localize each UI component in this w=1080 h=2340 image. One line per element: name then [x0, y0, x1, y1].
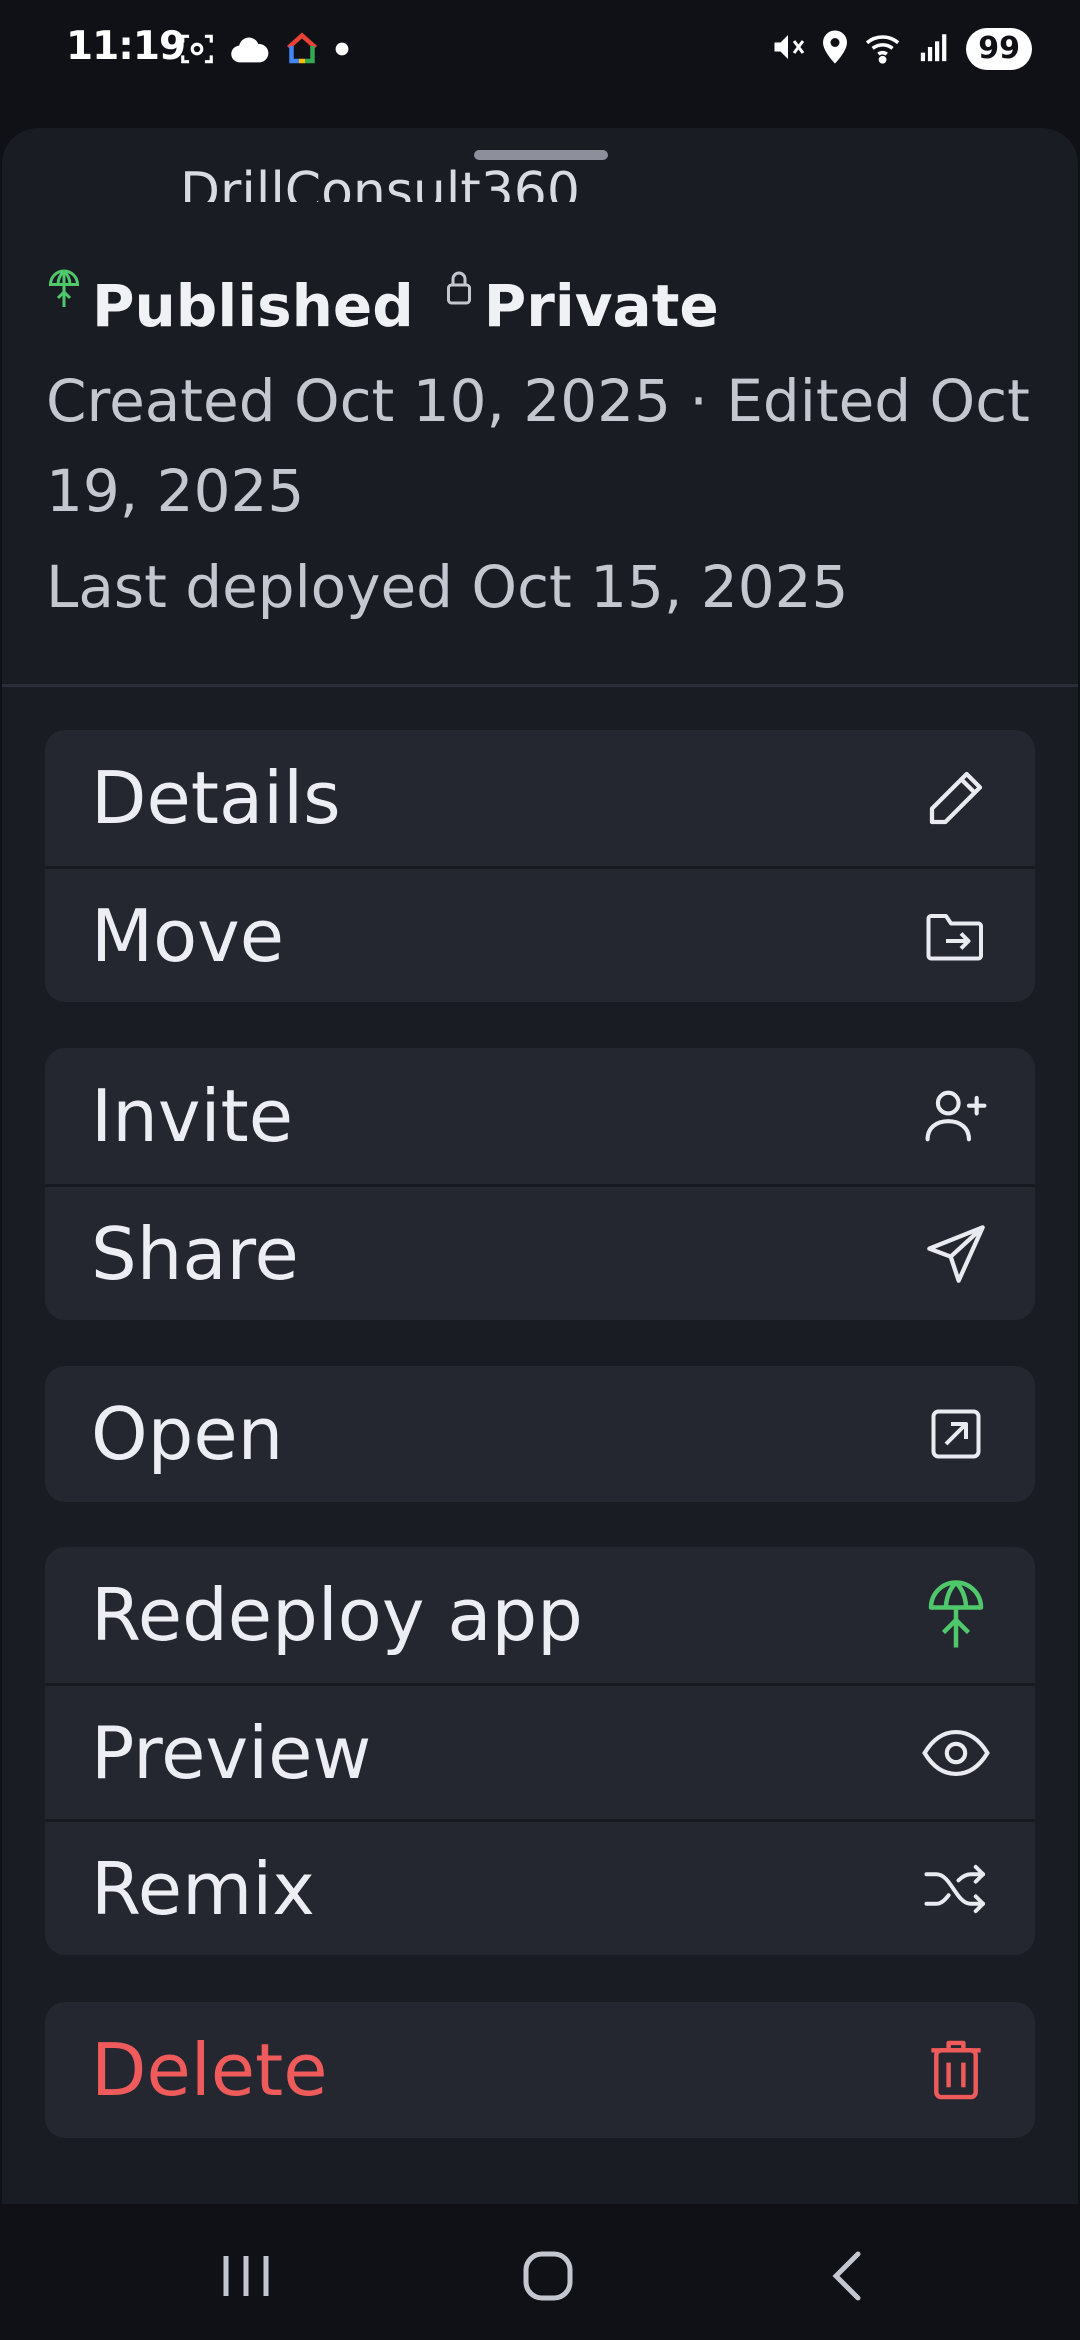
- trash-icon: [921, 2035, 991, 2105]
- menu-group-deploy: Redeploy app Preview Remix: [45, 1547, 1035, 1955]
- home-button[interactable]: [518, 2248, 578, 2304]
- preview-label: Preview: [91, 1710, 372, 1795]
- system-nav-bar: [0, 2204, 1080, 2340]
- status-time: 11:19: [66, 24, 186, 69]
- google-home-icon: [284, 31, 320, 71]
- send-icon: [921, 1219, 991, 1289]
- deploy-icon: [46, 268, 82, 314]
- preview-menu-item[interactable]: Preview: [45, 1683, 1035, 1819]
- details-label: Details: [91, 756, 341, 840]
- invite-label: Invite: [91, 1074, 294, 1158]
- delete-label: Delete: [91, 2028, 328, 2112]
- deploy-icon: [921, 1580, 991, 1650]
- private-badge: Private: [444, 268, 719, 330]
- private-label: Private: [483, 272, 719, 330]
- published-badge: Published: [46, 268, 414, 330]
- menu-group-collaborate: Invite Share: [45, 1048, 1035, 1320]
- menu-group-open: Open: [45, 1366, 1035, 1502]
- open-label: Open: [91, 1392, 284, 1476]
- remix-label: Remix: [91, 1846, 315, 1931]
- eye-icon: [921, 1718, 991, 1788]
- status-bar: 11:19 99: [0, 0, 1080, 100]
- signal-icon: [918, 30, 952, 68]
- menu-group-danger: Delete: [45, 2002, 1035, 2138]
- app-status-badges: Published Private: [46, 268, 1046, 330]
- invite-menu-item[interactable]: Invite: [45, 1048, 1035, 1184]
- remix-menu-item[interactable]: Remix: [45, 1819, 1035, 1955]
- pencil-icon: [921, 763, 991, 833]
- published-label: Published: [92, 272, 414, 330]
- user-plus-icon: [921, 1081, 991, 1151]
- open-menu-item[interactable]: Open: [45, 1366, 1035, 1502]
- redeploy-label: Redeploy app: [91, 1573, 583, 1657]
- status-icons-left: [178, 30, 350, 72]
- wifi-icon: [864, 30, 904, 68]
- share-menu-item[interactable]: Share: [45, 1184, 1035, 1320]
- status-icons-right: 99: [770, 28, 1032, 70]
- shuffle-icon: [921, 1854, 991, 1924]
- app-name: DrillConsult360: [180, 162, 580, 202]
- created-edited-text: Created Oct 10, 2025 · Edited Oct 19, 20…: [46, 367, 1030, 525]
- back-button[interactable]: [820, 2248, 880, 2304]
- share-label: Share: [91, 1211, 299, 1296]
- open-external-icon: [921, 1399, 991, 1469]
- dot-icon: [334, 41, 350, 61]
- last-deployed-text: Last deployed Oct 15, 2025: [46, 553, 849, 621]
- details-menu-item[interactable]: Details: [45, 730, 1035, 866]
- cloud-icon: [230, 33, 270, 69]
- app-options-sheet: DrillConsult360 Published Private Create…: [2, 128, 1078, 2204]
- location-icon: [820, 29, 850, 69]
- redeploy-menu-item[interactable]: Redeploy app: [45, 1547, 1035, 1683]
- move-menu-item[interactable]: Move: [45, 866, 1035, 1002]
- delete-menu-item[interactable]: Delete: [45, 2002, 1035, 2138]
- move-label: Move: [91, 893, 285, 978]
- divider: [2, 684, 1078, 687]
- lock-icon: [444, 268, 474, 312]
- menu-group-organize: Details Move: [45, 730, 1035, 1002]
- screenshot-icon: [178, 30, 216, 72]
- recent-apps-button[interactable]: [216, 2248, 276, 2304]
- mute-icon: [770, 29, 806, 69]
- folder-move-icon: [921, 901, 991, 971]
- battery-indicator: 99: [966, 28, 1032, 70]
